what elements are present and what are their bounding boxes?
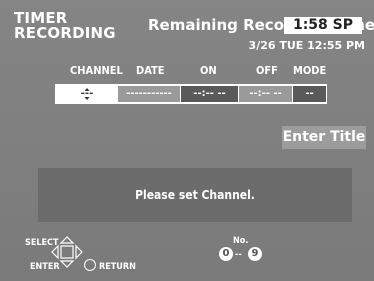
channel-field[interactable]: --- (57, 86, 117, 102)
column-header-mode: MODE (293, 64, 327, 77)
column-header-off: OFF (256, 64, 278, 77)
number-range-separator: -- (235, 250, 242, 260)
off-time-field[interactable]: --:-- -- (239, 86, 292, 102)
on-time-field[interactable]: --:-- -- (181, 86, 238, 102)
timer-recording-screen: TIMER RECORDING Remaining Recording Time… (0, 0, 374, 281)
status-message: Please set Channel. (135, 188, 255, 202)
date-field[interactable]: ----------- (118, 86, 180, 102)
number-key-9-icon: 9 (248, 247, 262, 261)
column-header-channel: CHANNEL (70, 64, 123, 77)
column-header-date: DATE (136, 64, 165, 77)
remaining-time-value: 1:58 SP (284, 17, 362, 34)
title-line-2: RECORDING (14, 24, 116, 42)
timer-entry-row[interactable]: --- ----------- --:-- -- --:-- -- -- (55, 84, 327, 104)
return-button-icon (84, 259, 96, 271)
number-label: No. (233, 236, 249, 246)
number-key-0-icon: 0 (219, 247, 233, 261)
mode-field[interactable]: -- (293, 86, 326, 102)
enter-title-button[interactable]: Enter Title (282, 126, 366, 149)
column-header-on: ON (200, 64, 217, 77)
current-datetime: 3/26 TUE 12:55 PM (248, 39, 365, 52)
return-label: RETURN (99, 262, 136, 272)
screen-title: TIMER RECORDING (14, 11, 116, 41)
enter-label: ENTER (30, 262, 60, 272)
channel-value: --- (80, 88, 94, 99)
message-panel: Please set Channel. (38, 168, 352, 222)
